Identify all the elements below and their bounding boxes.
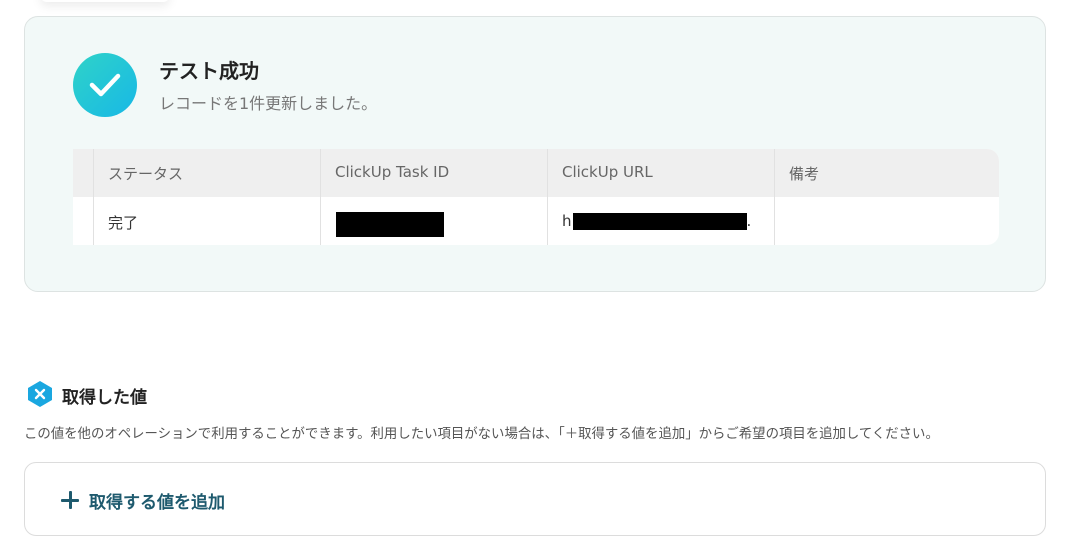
column-header-note: 備考 (774, 149, 999, 197)
redaction-block (572, 213, 747, 230)
result-title: テスト成功 (159, 59, 259, 83)
section-description: この値を他のオペレーションで利用することができます。利用したい項目がない場合は、… (24, 427, 939, 442)
section-title: 取得した値 (62, 388, 147, 408)
result-table: ステータス ClickUp Task ID ClickUp URL 備考 完了 … (73, 149, 999, 245)
cell-url: h. (547, 197, 774, 245)
cell-task-id: 8 (320, 197, 547, 245)
cell-status: 完了 (93, 197, 320, 245)
table-row: 完了 8 h. (73, 197, 999, 245)
previous-card-shadow (40, 0, 170, 2)
result-subtitle: レコードを1件更新しました。 (159, 94, 378, 113)
variable-icon (28, 381, 52, 407)
plus-icon (61, 491, 79, 509)
redaction-block (335, 212, 444, 237)
add-value-button[interactable]: 取得する値を追加 (61, 485, 225, 515)
add-value-box: 取得する値を追加 (24, 462, 1046, 536)
url-suffix: . (746, 212, 752, 230)
url-prefix: h (562, 212, 572, 230)
test-result-panel: テスト成功 レコードを1件更新しました。 ステータス ClickUp Task … (24, 16, 1046, 292)
add-value-label: 取得する値を追加 (89, 492, 225, 513)
column-header-task-id: ClickUp Task ID (320, 149, 547, 197)
table-header: ステータス ClickUp Task ID ClickUp URL 備考 (73, 149, 999, 197)
cell-note (774, 197, 999, 245)
column-header-url: ClickUp URL (547, 149, 774, 197)
check-circle-icon (73, 53, 137, 117)
column-header-status: ステータス (93, 149, 320, 197)
